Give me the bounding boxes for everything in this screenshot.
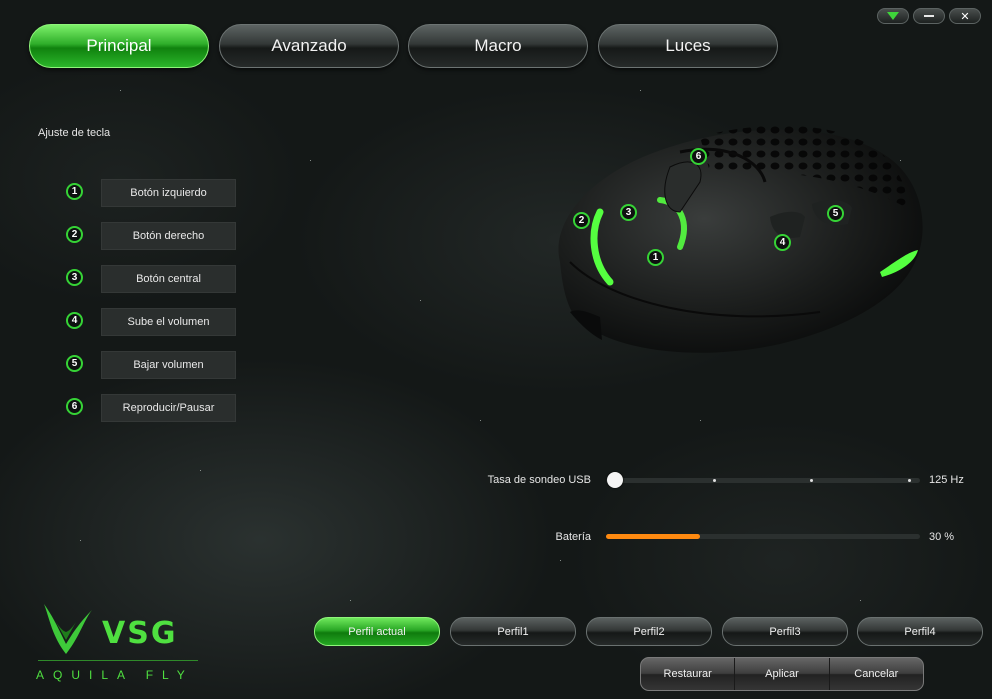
- polling-rate-slider-handle[interactable]: [607, 472, 624, 488]
- profile-3-button[interactable]: Perfil3: [722, 617, 848, 646]
- key-assign-button-5[interactable]: Bajar volumen: [101, 351, 236, 379]
- tab-label: Macro: [474, 36, 522, 55]
- close-icon: ✕: [960, 10, 970, 23]
- profile-current-button[interactable]: Perfil actual: [314, 617, 440, 646]
- profile-4-button[interactable]: Perfil4: [857, 617, 983, 646]
- key-number-badge: 6: [66, 398, 83, 415]
- product-name: AQUILA FLY: [36, 668, 194, 682]
- brand-name: VSG: [102, 616, 178, 651]
- profile-1-button[interactable]: Perfil1: [450, 617, 576, 646]
- close-button[interactable]: ✕: [949, 8, 981, 24]
- key-number-badge: 1: [66, 183, 83, 200]
- battery-bar: [606, 534, 920, 539]
- mouse-image: [558, 125, 923, 353]
- key-assign-button-3[interactable]: Botón central: [101, 265, 236, 293]
- mouse-marker-5: 5: [827, 205, 844, 222]
- key-number-badge: 4: [66, 312, 83, 329]
- key-settings-title: Ajuste de tecla: [38, 127, 111, 139]
- apply-button[interactable]: Aplicar: [735, 658, 830, 690]
- profile-2-button[interactable]: Perfil2: [586, 617, 712, 646]
- tab-macro[interactable]: Macro: [408, 24, 588, 68]
- minimize-button[interactable]: [913, 8, 945, 24]
- triangle-down-icon: [887, 12, 899, 20]
- tab-label: Luces: [665, 36, 711, 55]
- mouse-illustration: 1 2 3 4 5 6: [530, 112, 930, 362]
- slider-tick: [908, 479, 911, 482]
- cancel-button[interactable]: Cancelar: [830, 658, 923, 690]
- key-assign-button-4[interactable]: Sube el volumen: [101, 308, 236, 336]
- slider-tick: [713, 479, 716, 482]
- tab-label: Avanzado: [271, 36, 347, 55]
- restore-button[interactable]: Restaurar: [641, 658, 736, 690]
- tab-principal[interactable]: Principal: [29, 24, 209, 68]
- key-assign-button-6[interactable]: Reproducir/Pausar: [101, 394, 236, 422]
- mouse-marker-2: 2: [573, 212, 590, 229]
- mouse-marker-4: 4: [774, 234, 791, 251]
- tab-luces[interactable]: Luces: [598, 24, 778, 68]
- battery-bar-fill: [606, 534, 701, 539]
- tab-avanzado[interactable]: Avanzado: [219, 24, 399, 68]
- mouse-marker-6: 6: [690, 148, 707, 165]
- key-assign-button-2[interactable]: Botón derecho: [101, 222, 236, 250]
- key-number-badge: 5: [66, 355, 83, 372]
- logo-divider: [38, 660, 198, 661]
- menu-button[interactable]: [877, 8, 909, 24]
- minimize-icon: [924, 15, 934, 17]
- key-number-badge: 2: [66, 226, 83, 243]
- battery-value: 30 %: [929, 531, 955, 543]
- slider-tick: [810, 479, 813, 482]
- mouse-marker-3: 3: [620, 204, 637, 221]
- polling-rate-value: 125 Hz: [929, 474, 964, 486]
- polling-rate-label: Tasa de sondeo USB: [487, 474, 591, 486]
- tab-label: Principal: [86, 36, 152, 55]
- key-number-badge: 3: [66, 269, 83, 286]
- mouse-marker-1: 1: [647, 249, 664, 266]
- wing-logo-icon: [44, 604, 92, 654]
- polling-rate-slider[interactable]: [606, 472, 920, 488]
- key-assign-button-1[interactable]: Botón izquierdo: [101, 179, 236, 207]
- battery-label: Batería: [555, 531, 591, 543]
- vsg-logo: VSG AQUILA FLY: [34, 598, 204, 688]
- action-bar: Restaurar Aplicar Cancelar: [640, 657, 924, 691]
